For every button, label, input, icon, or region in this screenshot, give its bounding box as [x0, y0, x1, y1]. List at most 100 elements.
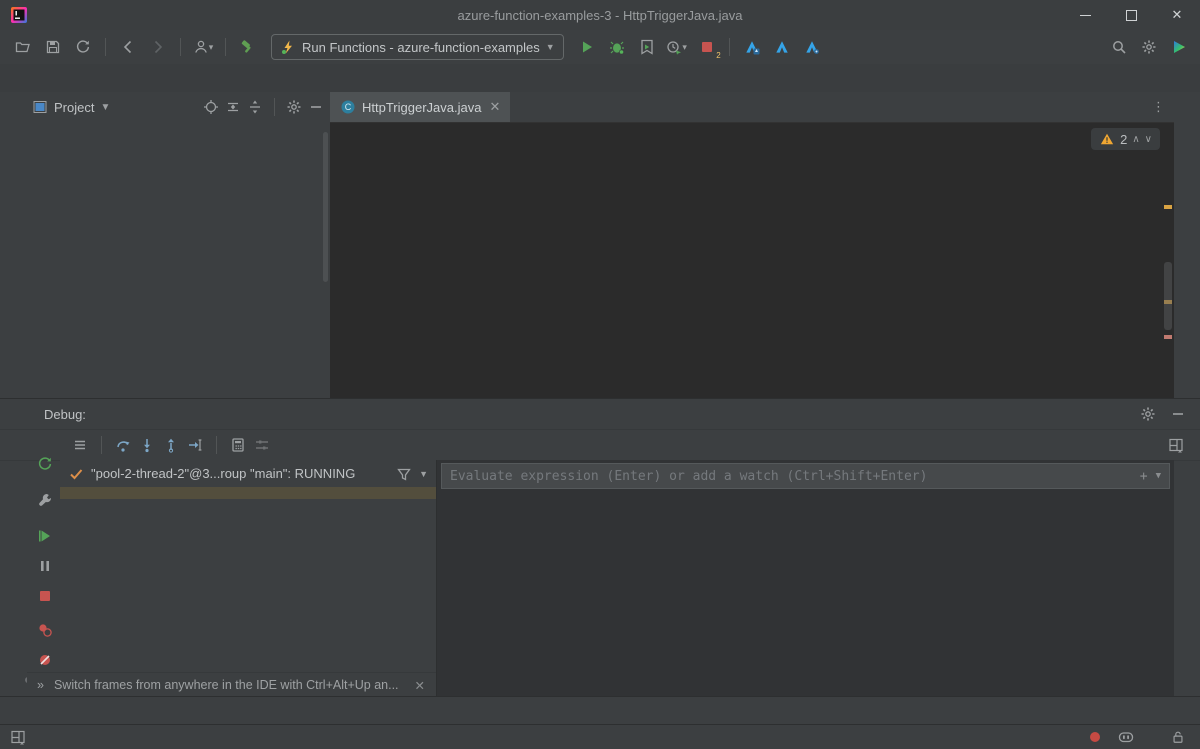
- coverage-icon: [639, 39, 655, 55]
- chevron-down-icon[interactable]: ▼: [419, 469, 428, 479]
- profiler-button[interactable]: ▾: [664, 35, 690, 59]
- tool-window-layout-icon[interactable]: [10, 729, 26, 745]
- expand-all-icon[interactable]: [225, 99, 241, 115]
- warning-icon: [1099, 131, 1115, 147]
- view-breakpoints-icon[interactable]: [36, 621, 54, 639]
- step-into-icon[interactable]: [139, 437, 155, 453]
- open-button[interactable]: [10, 35, 36, 59]
- project-panel-title[interactable]: Project: [54, 100, 94, 115]
- threads-menu-icon[interactable]: [72, 437, 88, 453]
- layout-settings-icon[interactable]: [254, 437, 270, 453]
- thread-selector[interactable]: "pool-2-thread-2"@3...roup "main": RUNNI…: [60, 460, 436, 487]
- forward-arrow-icon: [150, 39, 166, 55]
- sync-button[interactable]: [70, 35, 96, 59]
- chevron-down-icon[interactable]: ▼: [100, 102, 110, 113]
- add-watch-icon[interactable]: +: [1140, 469, 1148, 484]
- search-everywhere-button[interactable]: [1106, 35, 1132, 59]
- status-bar: [0, 724, 1200, 749]
- copilot-status-icon[interactable]: [1118, 729, 1134, 745]
- editor-tab[interactable]: C HttpTriggerJava.java ✕: [330, 92, 510, 122]
- coverage-button[interactable]: [634, 35, 660, 59]
- pause-icon[interactable]: [36, 557, 54, 575]
- step-over-icon[interactable]: [115, 437, 131, 453]
- settings-button[interactable]: [1136, 35, 1162, 59]
- minimize-button[interactable]: [1062, 0, 1108, 30]
- evaluate-expression-icon[interactable]: [230, 437, 246, 453]
- editor-tab-bar: C HttpTriggerJava.java ✕ ⋮: [330, 92, 1174, 123]
- select-opened-file-icon[interactable]: [203, 99, 219, 115]
- filter-icon[interactable]: [396, 466, 412, 482]
- step-out-icon[interactable]: [163, 437, 179, 453]
- rerun-icon[interactable]: [36, 455, 54, 473]
- open-folder-icon: [15, 39, 31, 55]
- tab-options-icon[interactable]: ⋮: [1152, 99, 1166, 115]
- maximize-button[interactable]: [1108, 0, 1154, 30]
- project-panel-header: Project ▼: [26, 92, 330, 122]
- run-to-cursor-icon[interactable]: [187, 437, 203, 453]
- debug-stripe-mark[interactable]: [1164, 335, 1172, 339]
- build-button[interactable]: [235, 35, 261, 59]
- watch-input[interactable]: Evaluate expression (Enter) or add a wat…: [441, 463, 1170, 489]
- hammer-icon: [240, 39, 256, 55]
- gear-icon[interactable]: [1140, 406, 1156, 422]
- azure-explorer-button[interactable]: [769, 35, 795, 59]
- warning-count: 2: [1120, 132, 1127, 147]
- hidden-strip-expander[interactable]: »: [37, 678, 44, 692]
- project-view-icon: [32, 99, 48, 115]
- frame-row-partial[interactable]: [60, 487, 436, 499]
- tool-window-bar: [0, 696, 1200, 725]
- editor: C HttpTriggerJava.java ✕ ⋮ 2 ∧ ∨: [330, 92, 1174, 398]
- gear-icon[interactable]: [286, 99, 302, 115]
- run-configuration-select[interactable]: Run Functions - azure-function-examples …: [271, 34, 564, 60]
- close-button[interactable]: ✕: [1154, 0, 1200, 30]
- stop-count-badge: 2: [716, 51, 720, 60]
- ide-gradient-icon: [1171, 39, 1187, 55]
- back-arrow-icon: [120, 39, 136, 55]
- search-icon: [1111, 39, 1127, 55]
- resume-icon[interactable]: [36, 527, 54, 545]
- editor-tab-label: HttpTriggerJava.java: [362, 100, 481, 115]
- close-icon[interactable]: ✕: [489, 99, 500, 115]
- window-controls: ✕: [1062, 0, 1200, 30]
- warning-stripe-mark[interactable]: [1164, 205, 1172, 209]
- code-area[interactable]: [330, 123, 1174, 398]
- debug-button[interactable]: [604, 35, 630, 59]
- stop-button[interactable]: 2: [694, 35, 720, 59]
- prev-warning-icon[interactable]: ∧: [1132, 134, 1139, 145]
- hide-panel-icon[interactable]: [1170, 406, 1186, 422]
- azure-icon: [744, 39, 760, 55]
- debug-panel: Debug: "pool-2-thread-2"@3...roup "main": [0, 398, 1200, 697]
- project-tree: [26, 124, 330, 398]
- ide-features-button[interactable]: [1166, 35, 1192, 59]
- editor-scrollbar[interactable]: [1164, 262, 1172, 330]
- save-button[interactable]: [40, 35, 66, 59]
- azure-sign-in-button[interactable]: [739, 35, 765, 59]
- modify-run-config-icon[interactable]: [36, 491, 54, 509]
- close-icon[interactable]: ✕: [415, 678, 425, 693]
- collapse-all-icon[interactable]: [247, 99, 263, 115]
- breadcrumb: [0, 64, 1200, 93]
- stop-icon[interactable]: [36, 587, 54, 605]
- code-with-me-button[interactable]: ▾: [190, 35, 216, 59]
- forward-button[interactable]: [145, 35, 171, 59]
- debug-bug-icon: [609, 39, 625, 55]
- azure-settings-button[interactable]: [799, 35, 825, 59]
- mute-breakpoints-icon[interactable]: [36, 651, 54, 669]
- next-warning-icon[interactable]: ∨: [1145, 134, 1152, 145]
- lock-icon[interactable]: [1170, 729, 1186, 745]
- frames-panel: "pool-2-thread-2"@3...roup "main": RUNNI…: [60, 460, 436, 673]
- back-button[interactable]: [115, 35, 141, 59]
- inspection-widget[interactable]: 2 ∧ ∨: [1091, 128, 1160, 150]
- azure-gear-icon: [804, 39, 820, 55]
- restore-layout-icon[interactable]: [1168, 437, 1184, 453]
- project-panel: Project ▼: [26, 92, 331, 398]
- chevron-down-icon[interactable]: ▼: [1156, 471, 1161, 481]
- profiler-icon: [666, 39, 682, 55]
- debug-actions-strip: [0, 429, 60, 697]
- hide-panel-icon[interactable]: [308, 99, 324, 115]
- run-button[interactable]: [574, 35, 600, 59]
- main-toolbar: ▾ Run Functions - azure-function-example…: [0, 30, 1200, 65]
- azure-functions-icon: [280, 39, 296, 55]
- play-icon: [579, 39, 595, 55]
- project-tree-scrollbar[interactable]: [323, 132, 328, 282]
